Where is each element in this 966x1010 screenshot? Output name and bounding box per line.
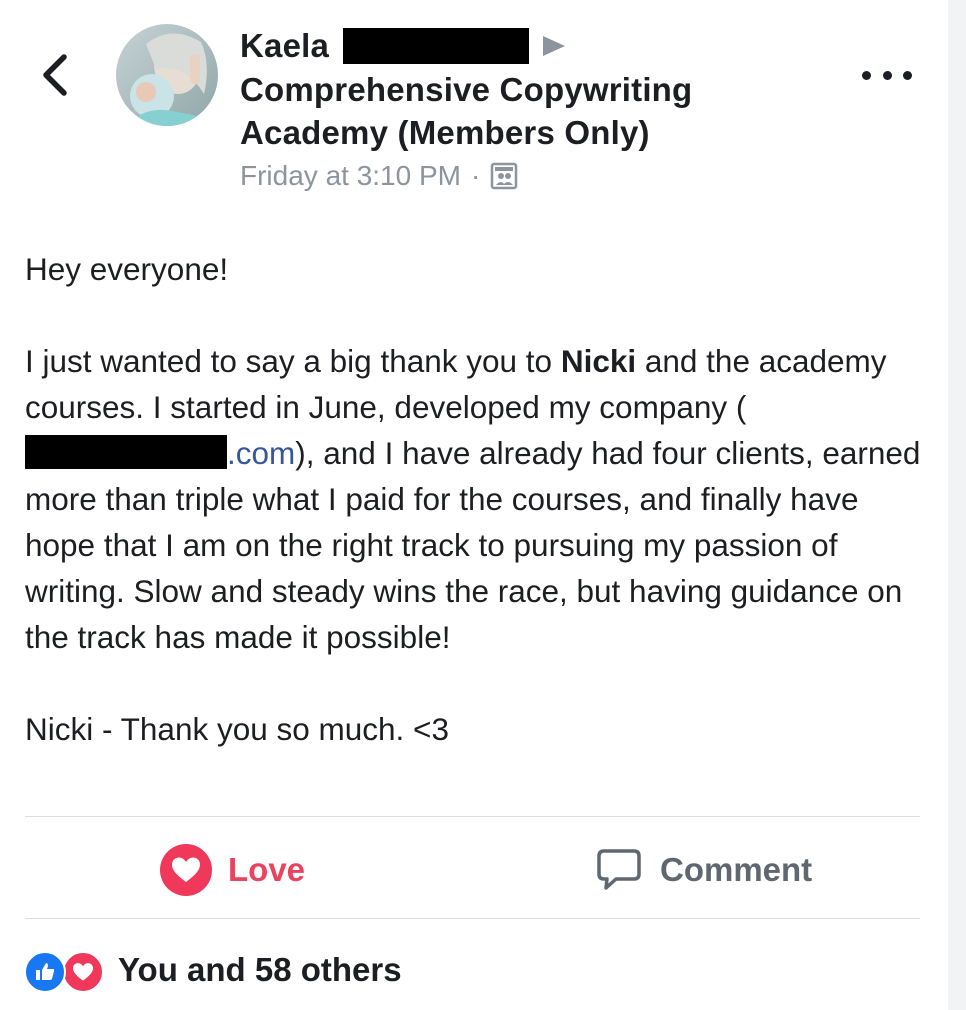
more-dot [882,70,892,80]
more-dot [903,70,912,80]
comment-label: Comment [660,851,813,888]
post-timestamp[interactable]: Friday at 3:10 PM [240,160,461,192]
more-options-button[interactable] [862,60,912,90]
back-button[interactable] [34,50,76,100]
reaction-icons [24,948,108,993]
heart-icon [62,951,104,993]
group-members-icon [491,162,518,190]
like-icon [24,951,66,993]
post-meta: Friday at 3:10 PM · [240,160,800,192]
more-dot [862,70,871,80]
company-link[interactable]: .com [227,435,295,471]
divider [25,918,920,919]
mention-nicki[interactable]: Nicki [561,343,636,379]
post-closing: Nicki - Thank you so much. <3 [25,711,449,747]
love-button[interactable]: Love [160,840,305,900]
reactions-count: You and 58 others [118,951,402,988]
scroll-edge [948,0,966,1010]
heart-icon [160,844,212,896]
author-name[interactable]: Kaela [240,27,329,65]
redacted-surname [343,28,530,64]
author-line: Kaela [240,24,800,68]
comment-icon [596,848,642,892]
group-name-line1: Comprehensive Copywriting [240,71,693,108]
group-name[interactable]: Comprehensive Copywriting Academy (Membe… [240,68,800,154]
arrow-right-icon [543,36,566,56]
avatar[interactable] [116,24,218,126]
redacted-domain [25,435,227,469]
avatar-photo [116,24,218,126]
post-body: Hey everyone! I just wanted to say a big… [25,246,935,752]
post-header: Kaela Comprehensive Copywriting Academy … [240,24,800,192]
comment-button[interactable]: Comment [596,840,812,900]
post-text-start: I just wanted to say a big thank you to [25,343,561,379]
love-label: Love [228,851,306,888]
group-name-line2: Academy (Members Only) [240,114,650,151]
meta-separator: · [470,160,481,191]
chevron-left-icon [43,54,67,96]
reactions-summary[interactable]: You and 58 others [24,948,402,993]
divider [25,816,920,817]
post-greeting: Hey everyone! [25,251,229,287]
post-paragraph: I just wanted to say a big thank you to … [25,338,935,660]
